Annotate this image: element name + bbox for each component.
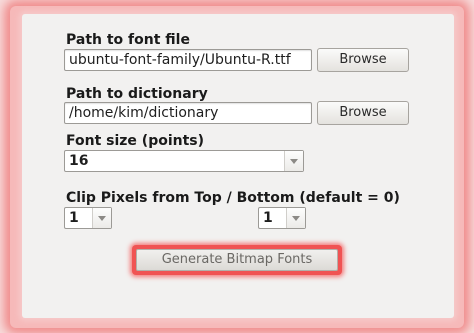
generate-bitmap-fonts-button[interactable]: Generate Bitmap Fonts	[136, 249, 338, 271]
browse-font-button[interactable]: Browse	[317, 48, 409, 72]
clip-top-select[interactable]: 1	[64, 207, 112, 229]
font-size-label: Font size (points)	[66, 133, 205, 149]
browse-dictionary-button[interactable]: Browse	[317, 101, 409, 125]
generate-button-highlight: Generate Bitmap Fonts	[132, 245, 342, 275]
font-size-dropdown-button[interactable]	[284, 151, 303, 171]
font-size-select[interactable]: 16	[64, 150, 304, 172]
dictionary-path-label: Path to dictionary	[66, 86, 208, 102]
font-path-input[interactable]: ubuntu-font-family/Ubuntu-R.ttf	[64, 49, 312, 71]
clip-top-dropdown-button[interactable]	[92, 208, 111, 228]
font-size-value: 16	[69, 153, 89, 169]
clip-top-value: 1	[69, 210, 79, 226]
clip-bottom-value: 1	[263, 210, 273, 226]
clip-bottom-dropdown-button[interactable]	[286, 208, 305, 228]
dictionary-path-input[interactable]: /home/kim/dictionary	[64, 102, 312, 124]
clip-bottom-select[interactable]: 1	[258, 207, 306, 229]
chevron-down-icon	[290, 159, 298, 164]
font-path-label: Path to font file	[66, 32, 190, 48]
chevron-down-icon	[292, 216, 300, 221]
clip-pixels-label: Clip Pixels from Top / Bottom (default =…	[66, 190, 400, 206]
chevron-down-icon	[98, 216, 106, 221]
